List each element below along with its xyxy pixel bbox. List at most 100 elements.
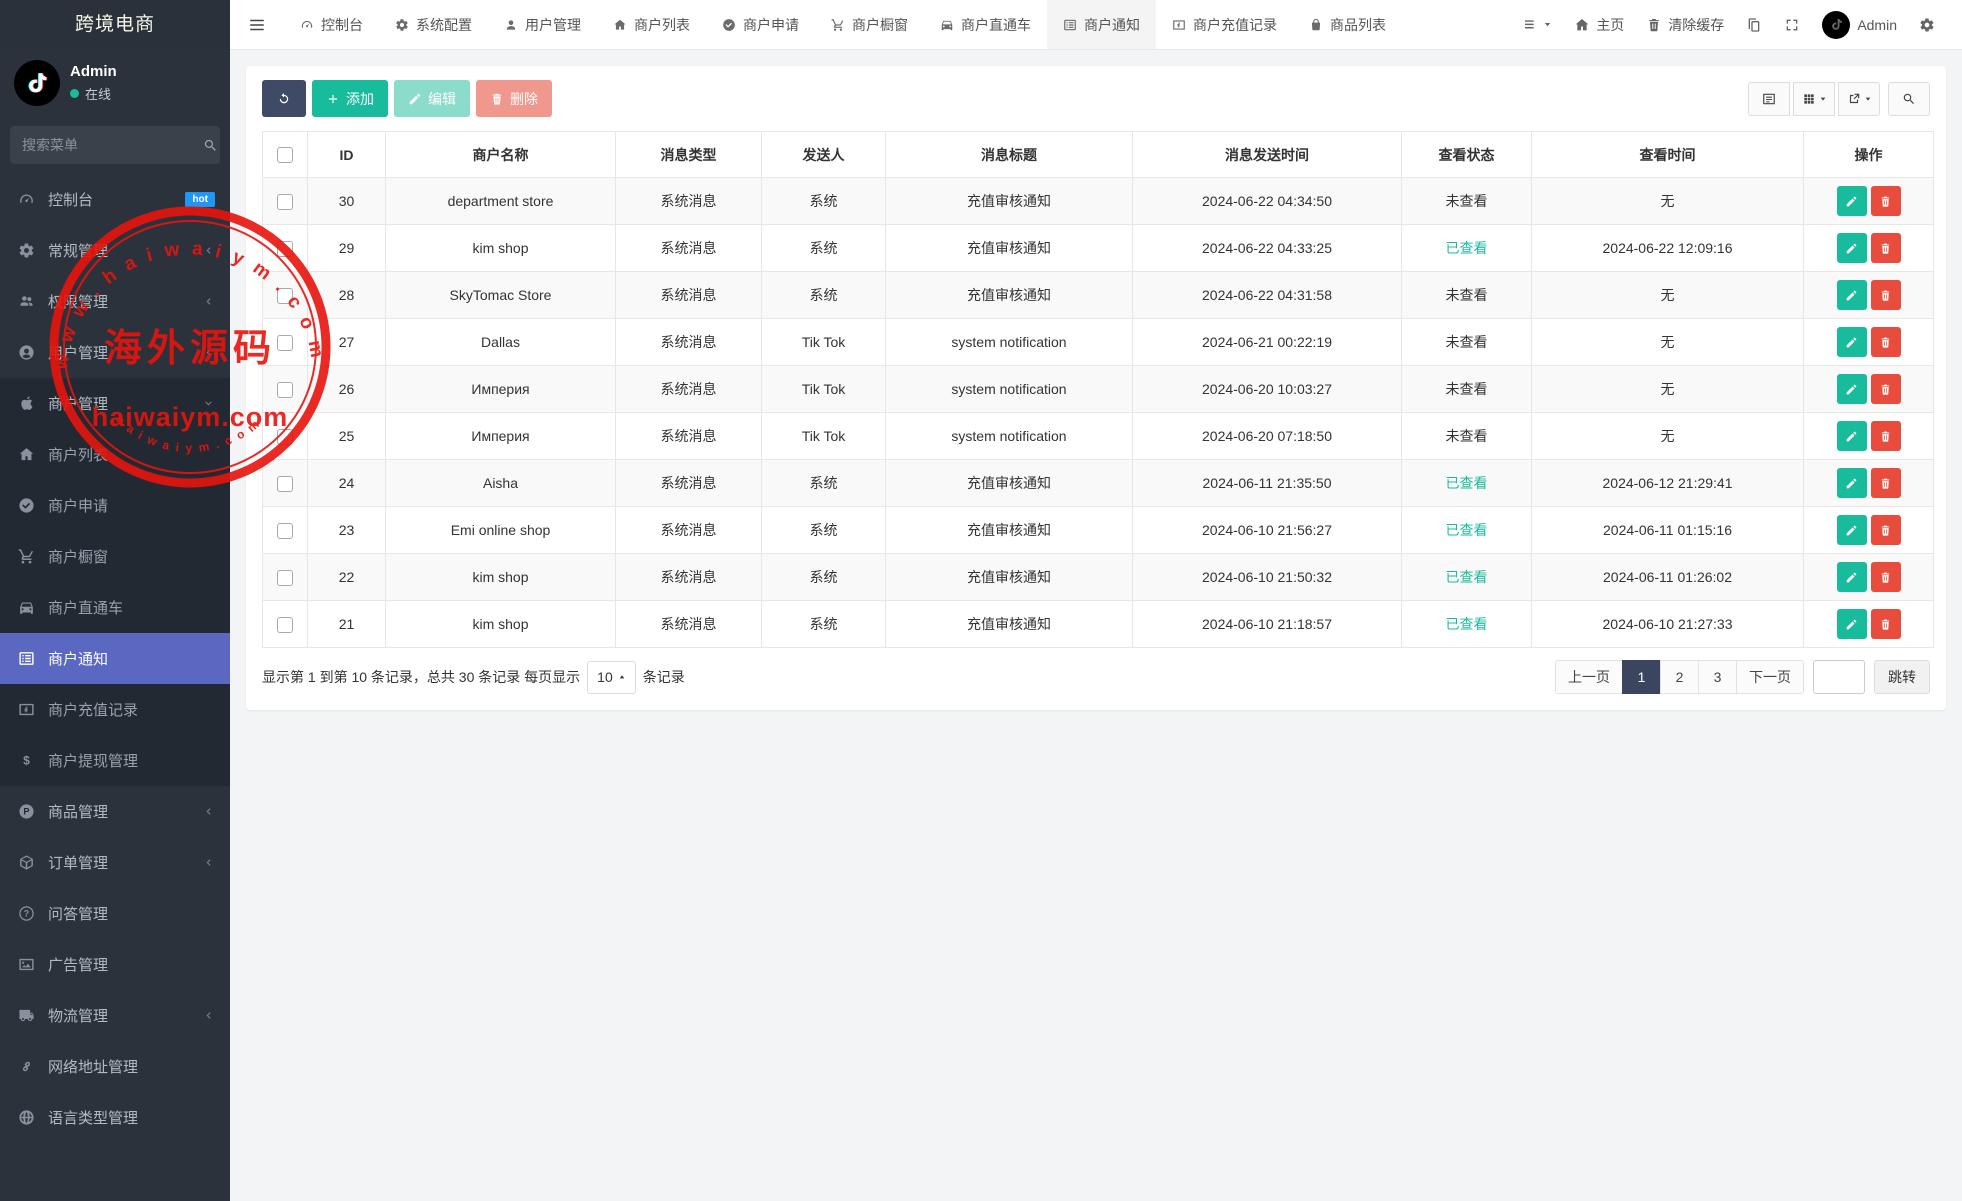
menu-search-input[interactable] bbox=[22, 137, 203, 153]
cell-title: 充值审核通知 bbox=[886, 178, 1133, 225]
jump-page-input[interactable] bbox=[1813, 660, 1865, 694]
sidebar-item-general[interactable]: 常规管理 bbox=[0, 225, 230, 276]
row-checkbox[interactable] bbox=[277, 194, 293, 210]
row-delete-button[interactable] bbox=[1871, 421, 1901, 451]
add-button[interactable]: 添加 bbox=[312, 80, 388, 117]
row-delete-button[interactable] bbox=[1871, 374, 1901, 404]
sidebar-item-console[interactable]: 控制台hot bbox=[0, 174, 230, 225]
edit-button[interactable]: 编辑 bbox=[394, 80, 470, 117]
gauge-icon bbox=[18, 191, 35, 208]
sidebar-item-ad[interactable]: 广告管理 bbox=[0, 939, 230, 990]
tab-label: 系统配置 bbox=[416, 15, 472, 35]
sidebar-item-goods[interactable]: P商品管理 bbox=[0, 786, 230, 837]
detail-view-button[interactable] bbox=[1748, 82, 1790, 116]
row-edit-button[interactable] bbox=[1837, 515, 1867, 545]
cell-merchant-name: SkyTomac Store bbox=[386, 272, 616, 319]
sidebar-item-order[interactable]: 订单管理 bbox=[0, 837, 230, 888]
sidebar-item-merchant-train[interactable]: 商户直通车 bbox=[0, 582, 230, 633]
sidebar-item-logistics[interactable]: 物流管理 bbox=[0, 990, 230, 1041]
row-delete-button[interactable] bbox=[1871, 562, 1901, 592]
row-checkbox[interactable] bbox=[277, 382, 293, 398]
tab-merchant-notice[interactable]: 商户通知 bbox=[1047, 0, 1156, 49]
sidebar-item-merchant-recharge[interactable]: 商户充值记录 bbox=[0, 684, 230, 735]
sidebar-item-qa[interactable]: ?问答管理 bbox=[0, 888, 230, 939]
tab-list-menu-button[interactable] bbox=[1512, 0, 1563, 50]
cell-view-time: 2024-06-10 21:27:33 bbox=[1532, 601, 1804, 648]
sidebar-item-merchant-apply[interactable]: 商户申请 bbox=[0, 480, 230, 531]
row-edit-button[interactable] bbox=[1837, 562, 1867, 592]
sidebar-item-merchant-list[interactable]: 商户列表 bbox=[0, 429, 230, 480]
fullscreen-button[interactable] bbox=[1773, 0, 1811, 50]
row-edit-button[interactable] bbox=[1837, 374, 1867, 404]
prev-page-button[interactable]: 上一页 bbox=[1555, 660, 1623, 694]
row-checkbox[interactable] bbox=[277, 335, 293, 351]
row-checkbox[interactable] bbox=[277, 617, 293, 633]
tab-console[interactable]: 控制台 bbox=[284, 0, 379, 49]
row-checkbox[interactable] bbox=[277, 429, 293, 445]
sidebar-item-merchant-withdraw[interactable]: $商户提现管理 bbox=[0, 735, 230, 786]
chev-left-icon bbox=[202, 244, 215, 257]
sidebar-item-merchant-window[interactable]: 商户橱窗 bbox=[0, 531, 230, 582]
export-button[interactable] bbox=[1838, 82, 1880, 116]
sidebar-toggle-button[interactable] bbox=[230, 0, 284, 49]
page-button-2[interactable]: 2 bbox=[1660, 660, 1699, 694]
cell-title: system notification bbox=[886, 413, 1133, 460]
row-delete-button[interactable] bbox=[1871, 609, 1901, 639]
sidebar-item-user[interactable]: 用户管理 bbox=[0, 327, 230, 378]
sidebar-item-url[interactable]: 网络地址管理 bbox=[0, 1041, 230, 1092]
tab-merchant-recharge[interactable]: 商户充值记录 bbox=[1156, 0, 1293, 49]
settings-button[interactable] bbox=[1908, 0, 1946, 50]
sidebar-item-auth[interactable]: 权限管理 bbox=[0, 276, 230, 327]
row-delete-button[interactable] bbox=[1871, 186, 1901, 216]
clear-cache-button[interactable]: 清除缓存 bbox=[1635, 0, 1735, 50]
row-checkbox[interactable] bbox=[277, 523, 293, 539]
cell-id: 29 bbox=[308, 225, 386, 272]
cell-title: 充值审核通知 bbox=[886, 225, 1133, 272]
columns-button[interactable] bbox=[1793, 82, 1835, 116]
sidebar-item-merchant[interactable]: 商户管理 bbox=[0, 378, 230, 429]
row-edit-button[interactable] bbox=[1837, 609, 1867, 639]
tab-user-manage[interactable]: 用户管理 bbox=[488, 0, 597, 49]
tab-merchant-apply[interactable]: 商户申请 bbox=[706, 0, 815, 49]
home-link[interactable]: 主页 bbox=[1563, 0, 1635, 50]
row-delete-button[interactable] bbox=[1871, 468, 1901, 498]
search-toggle-button[interactable] bbox=[1888, 82, 1930, 116]
row-checkbox[interactable] bbox=[277, 570, 293, 586]
row-edit-button[interactable] bbox=[1837, 280, 1867, 310]
row-edit-button[interactable] bbox=[1837, 233, 1867, 263]
select-all-checkbox[interactable] bbox=[277, 147, 293, 163]
row-edit-button[interactable] bbox=[1837, 186, 1867, 216]
row-checkbox[interactable] bbox=[277, 476, 293, 492]
row-checkbox[interactable] bbox=[277, 288, 293, 304]
hot-badge: hot bbox=[185, 192, 215, 207]
delete-button[interactable]: 删除 bbox=[476, 80, 552, 117]
row-edit-button[interactable] bbox=[1837, 421, 1867, 451]
tab-merchant-list[interactable]: 商户列表 bbox=[597, 0, 706, 49]
tab-merchant-train[interactable]: 商户直通车 bbox=[924, 0, 1047, 49]
row-delete-button[interactable] bbox=[1871, 515, 1901, 545]
tab-goods-list[interactable]: 商品列表 bbox=[1293, 0, 1402, 49]
sidebar-item-language[interactable]: 语言类型管理 bbox=[0, 1092, 230, 1143]
row-delete-button[interactable] bbox=[1871, 327, 1901, 357]
files-button[interactable] bbox=[1735, 0, 1773, 50]
row-delete-button[interactable] bbox=[1871, 233, 1901, 263]
refresh-button[interactable] bbox=[262, 80, 306, 117]
row-checkbox[interactable] bbox=[277, 241, 293, 257]
tab-merchant-window[interactable]: 商户橱窗 bbox=[815, 0, 924, 49]
page-size-select[interactable]: 10 bbox=[587, 661, 636, 694]
trash-icon bbox=[1879, 430, 1892, 443]
row-delete-button[interactable] bbox=[1871, 280, 1901, 310]
admin-menu[interactable]: Admin bbox=[1811, 0, 1908, 50]
next-page-button[interactable]: 下一页 bbox=[1736, 660, 1804, 694]
tab-system-config[interactable]: 系统配置 bbox=[379, 0, 488, 49]
page-button-3[interactable]: 3 bbox=[1698, 660, 1737, 694]
trash-icon bbox=[1879, 383, 1892, 396]
jump-button[interactable]: 跳转 bbox=[1874, 660, 1930, 694]
sidebar-item-label: 广告管理 bbox=[48, 954, 108, 975]
page-button-1[interactable]: 1 bbox=[1622, 660, 1661, 694]
row-edit-button[interactable] bbox=[1837, 327, 1867, 357]
row-edit-button[interactable] bbox=[1837, 468, 1867, 498]
sidebar-item-merchant-notice[interactable]: 商户通知 bbox=[0, 633, 230, 684]
export-icon bbox=[1847, 92, 1861, 106]
car-icon bbox=[940, 18, 954, 32]
